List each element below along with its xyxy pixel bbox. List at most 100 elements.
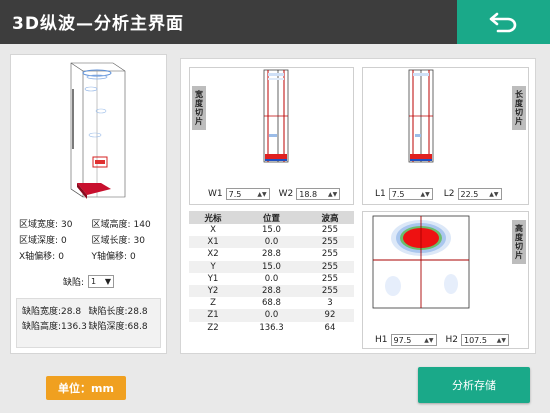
- table-cell: Z: [210, 298, 216, 309]
- table-row: X 15.0 255: [189, 224, 354, 236]
- w1-value: 7.5: [228, 189, 242, 199]
- table-row: Y1 0.0 255: [189, 273, 354, 285]
- defect-depth-label: 缺陷深度:: [88, 322, 128, 332]
- cursor-table-panel: 光标 位置 波高 X 15.0 255 X1 0.0 255 X2 28.8 255 Y 15.0 255…: [189, 211, 354, 349]
- table-cell: 0.0: [237, 309, 306, 322]
- region-length-label: 区域长度:: [91, 235, 131, 246]
- h2-value: 107.5: [464, 335, 487, 345]
- length-slice-label: 长度切片: [512, 86, 526, 130]
- defect-width-value: 28.8: [61, 307, 82, 317]
- defect-height-value: 136.3: [61, 322, 87, 332]
- height-slice-panel: 高度切片 H1 97.5 ▲▼ H2 107.5 ▲▼: [362, 211, 529, 349]
- x-offset-label: X轴偏移:: [19, 251, 56, 262]
- table-cell: 255: [321, 273, 339, 284]
- table-cell: Y1: [207, 273, 219, 284]
- h1-spinbox[interactable]: 97.5 ▲▼: [390, 334, 437, 346]
- table-cell: 92: [305, 309, 354, 322]
- table-header-cell: 波高: [305, 211, 354, 224]
- spin-arrows-icon: ▲▼: [424, 336, 434, 344]
- l1-value: 7.5: [391, 189, 405, 199]
- w2-spinbox[interactable]: 18.8 ▲▼: [296, 188, 341, 200]
- table-cell: 136.3: [259, 322, 284, 333]
- spin-arrows-icon: ▲▼: [420, 190, 430, 198]
- l1-spinbox[interactable]: 7.5 ▲▼: [388, 188, 433, 200]
- table-row: X1 0.0 255: [189, 236, 354, 249]
- table-row: X2 28.8 255: [189, 248, 354, 260]
- spin-arrows-icon: ▲▼: [257, 190, 267, 198]
- defect-info: 缺陷宽度:28.8 缺陷长度:28.8 缺陷高度:136.3 缺陷深度:68.8: [16, 298, 161, 348]
- table-cell: 68.8: [262, 298, 281, 309]
- w1-spinbox[interactable]: 7.5 ▲▼: [225, 188, 270, 200]
- analysis-save-button[interactable]: 分析存储: [418, 367, 530, 403]
- table-cell: 64: [324, 322, 336, 333]
- table-cell: 28.8: [262, 249, 281, 260]
- l2-label: L2: [443, 189, 455, 199]
- length-slice-controls: L1 7.5 ▲▼ L2 22.5 ▲▼: [375, 188, 502, 200]
- width-slice-image[interactable]: [260, 68, 300, 168]
- defect-width-label: 缺陷宽度:: [22, 307, 62, 317]
- table-row: Z1 0.0 92: [189, 309, 354, 322]
- defect-select-value: 1: [91, 277, 97, 286]
- table-header-cell: 光标: [189, 211, 238, 224]
- defect-height-label: 缺陷高度:: [22, 322, 62, 332]
- width-slice-panel: 宽度切片 W1 7.5 ▲▼ W2 18.8 ▲▼: [189, 67, 354, 205]
- width-slice-controls: W1 7.5 ▲▼ W2 18.8 ▲▼: [208, 188, 341, 200]
- height-slice-image[interactable]: [371, 214, 491, 310]
- h1-value: 97.5: [393, 335, 412, 345]
- table-cell: 255: [305, 260, 354, 273]
- region-length-value: 30: [133, 235, 145, 246]
- table-cell: 28.8: [237, 284, 306, 298]
- table-row: Z2 136.3 64: [189, 322, 354, 334]
- table-cell: Y2: [189, 284, 238, 298]
- region-width-value: 30: [61, 219, 73, 230]
- 3d-model-view[interactable]: [51, 59, 131, 207]
- region-height-value: 140: [133, 219, 151, 230]
- page-title: 3D纵波—分析主界面: [12, 14, 184, 34]
- l2-spinbox[interactable]: 22.5 ▲▼: [457, 188, 502, 200]
- table-cell: Y: [189, 260, 238, 273]
- h2-spinbox[interactable]: 107.5 ▲▼: [461, 334, 509, 346]
- table-cell: Z2: [207, 322, 219, 333]
- table-cell: X1: [189, 236, 238, 249]
- table-header-cell: 位置: [237, 211, 306, 224]
- left-panel: 区域宽度: 30 区域高度: 140 区域深度: 0 区域长度: 30 X轴偏移: 0 Y…: [10, 54, 167, 354]
- table-cell: 0.0: [264, 273, 279, 284]
- l1-label: L1: [375, 189, 386, 199]
- w2-label: W2: [278, 189, 294, 199]
- l2-value: 22.5: [460, 189, 479, 199]
- return-arrow-icon: [489, 12, 516, 33]
- x-offset-value: 0: [58, 251, 64, 262]
- region-info: 区域宽度: 30 区域高度: 140 区域深度: 0 区域长度: 30 X轴偏移: 0 Y…: [19, 215, 164, 263]
- defect-select-label: 缺陷:: [63, 278, 85, 288]
- length-slice-image[interactable]: [405, 68, 445, 168]
- spin-arrows-icon: ▲▼: [328, 190, 338, 198]
- region-height-label: 区域高度:: [91, 219, 131, 230]
- defect-depth-value: 68.8: [127, 322, 148, 332]
- back-button[interactable]: [457, 0, 550, 44]
- table-row: Z 68.8 3: [189, 297, 354, 309]
- h2-label: H2: [445, 335, 459, 345]
- slice-area: 宽度切片 W1 7.5 ▲▼ W2 18.8 ▲▼ 长度切片 L1 7.5 ▲▼…: [180, 58, 536, 354]
- y-offset-label: Y轴偏移:: [91, 251, 128, 262]
- dropdown-arrow-icon: ▼: [104, 277, 112, 286]
- region-width-label: 区域宽度:: [19, 219, 59, 230]
- table-cell: 255: [305, 284, 354, 298]
- table-cell: 255: [305, 236, 354, 249]
- defect-select[interactable]: 1 ▼: [88, 275, 115, 288]
- table-row: Y 15.0 255: [189, 260, 354, 273]
- table-cell: X: [210, 225, 216, 236]
- width-slice-label: 宽度切片: [192, 86, 206, 130]
- h1-label: H1: [375, 335, 388, 345]
- table-cell: 255: [321, 225, 339, 236]
- cursor-table: 光标 位置 波高 X 15.0 255 X1 0.0 255 X2 28.8 255 Y 15.0 255…: [189, 211, 354, 334]
- table-cell: 15.0: [262, 225, 281, 236]
- region-depth-value: 0: [61, 235, 67, 246]
- defect-length-value: 28.8: [127, 307, 148, 317]
- spin-arrows-icon: ▲▼: [496, 336, 506, 344]
- height-slice-label: 高度切片: [512, 220, 526, 264]
- table-cell: Z1: [189, 309, 238, 322]
- w1-label: W1: [208, 189, 223, 199]
- region-depth-label: 区域深度:: [19, 235, 59, 246]
- defect-length-label: 缺陷长度:: [88, 307, 128, 317]
- y-offset-value: 0: [130, 251, 136, 262]
